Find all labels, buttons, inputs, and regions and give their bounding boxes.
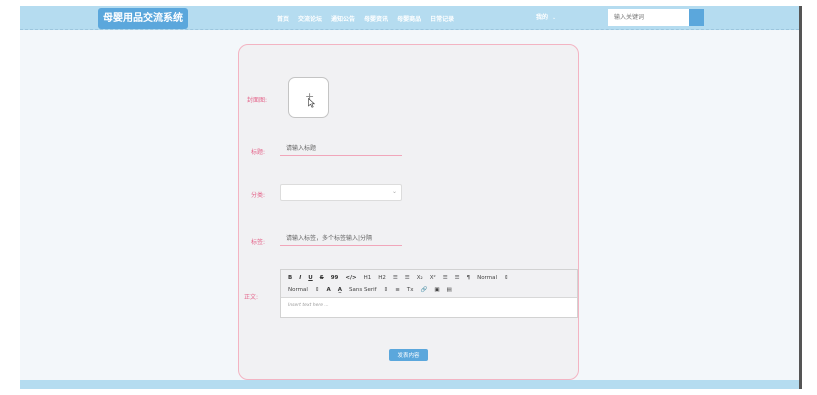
tags-input[interactable] — [280, 232, 402, 246]
site-brand[interactable]: 母婴用品交流系统 — [98, 8, 188, 29]
font-color-button[interactable]: A — [327, 287, 331, 293]
search-input[interactable] — [608, 9, 689, 26]
scrollbar[interactable] — [799, 6, 802, 389]
tags-label: 标签: — [251, 239, 266, 246]
image-button[interactable]: ▣ — [434, 287, 439, 293]
cover-label: 封面图: — [247, 97, 268, 104]
subscript-button[interactable]: X₂ — [417, 275, 423, 281]
header-1-button[interactable]: H1 — [364, 275, 372, 281]
nav-products[interactable]: 母婴商品 — [397, 14, 421, 23]
size-select-caret-icon: ⇕ — [503, 274, 509, 281]
nav-forum[interactable]: 交流论坛 — [298, 14, 322, 23]
nav-news[interactable]: 母婴资讯 — [364, 14, 388, 23]
content-label: 正文: — [244, 294, 259, 301]
title-input[interactable] — [280, 142, 402, 156]
video-button[interactable]: ▤ — [447, 287, 452, 293]
main-nav: 首页 交流论坛 通知公告 母婴资讯 母婴商品 日常记录 — [277, 6, 463, 30]
italic-button[interactable]: I — [299, 275, 301, 281]
clean-format-button[interactable]: Tx — [407, 287, 414, 293]
editor-toolbar: B I U S 99 </> H1 H2 ☰ ☰ X₂ X² ☰ ☰ ¶ Nor… — [281, 270, 577, 298]
text-direction-button[interactable]: ¶ — [467, 275, 471, 281]
font-select[interactable]: Sans Serif — [349, 287, 377, 293]
strike-button[interactable]: S — [320, 275, 324, 281]
app-window: 母婴用品交流系统 首页 交流论坛 通知公告 母婴资讯 母婴商品 日常记录 我的 ⌄… — [20, 6, 799, 389]
cursor-icon — [308, 98, 315, 108]
chevron-down-icon: ⌄ — [552, 15, 557, 21]
align-button[interactable]: ≡ — [395, 287, 400, 293]
bold-button[interactable]: B — [288, 275, 292, 281]
category-select[interactable]: ⌄ — [280, 184, 402, 201]
header-select-caret-icon: ⇕ — [314, 286, 320, 293]
submit-button[interactable]: 发表内容 — [389, 349, 428, 361]
category-label: 分类: — [251, 192, 266, 199]
footer-bar — [20, 380, 799, 389]
nav-notices[interactable]: 通知公告 — [331, 14, 355, 23]
title-label: 标题: — [251, 149, 266, 156]
chevron-down-icon: ⌄ — [391, 188, 397, 195]
size-select[interactable]: Normal — [477, 275, 497, 281]
background-color-button[interactable]: A̲ — [338, 287, 342, 293]
ordered-list-button[interactable]: ☰ — [393, 275, 398, 281]
nav-daily-records[interactable]: 日常记录 — [430, 14, 454, 23]
user-menu-label: 我的 — [536, 14, 549, 21]
blockquote-button[interactable]: 99 — [331, 275, 339, 281]
underline-button[interactable]: U — [308, 275, 312, 281]
search-button[interactable] — [689, 9, 704, 26]
outdent-button[interactable]: ☰ — [443, 275, 448, 281]
link-button[interactable]: 🔗 — [420, 287, 427, 293]
top-navbar: 母婴用品交流系统 首页 交流论坛 通知公告 母婴资讯 母婴商品 日常记录 我的 ⌄ — [20, 6, 799, 30]
user-menu[interactable]: 我的 ⌄ — [536, 6, 556, 30]
page: 母婴用品交流系统 首页 交流论坛 通知公告 母婴资讯 母婴商品 日常记录 我的 ⌄… — [0, 0, 817, 395]
header-2-button[interactable]: H2 — [378, 275, 386, 281]
code-block-button[interactable]: </> — [345, 275, 356, 281]
header-select[interactable]: Normal — [288, 287, 308, 293]
rich-text-editor[interactable]: B I U S 99 </> H1 H2 ☰ ☰ X₂ X² ☰ ☰ ¶ Nor… — [280, 269, 578, 318]
bullet-list-button[interactable]: ☰ — [405, 275, 410, 281]
font-select-caret-icon: ⇕ — [383, 286, 389, 293]
nav-home[interactable]: 首页 — [277, 14, 289, 23]
cover-upload[interactable]: + — [288, 77, 329, 118]
editor-placeholder: Insert text here ... — [288, 303, 329, 308]
editor-toolbar-row-2: Normal ⇕ A A̲ Sans Serif ⇕ ≡ Tx 🔗 ▣ ▤ — [288, 284, 459, 295]
superscript-button[interactable]: X² — [430, 275, 436, 281]
indent-button[interactable]: ☰ — [455, 275, 460, 281]
editor-toolbar-row-1: B I U S 99 </> H1 H2 ☰ ☰ X₂ X² ☰ ☰ ¶ Nor… — [288, 272, 516, 283]
publish-form-card: 封面图: + 标题: 分类: ⌄ 标签: 正文: B — [238, 44, 579, 380]
